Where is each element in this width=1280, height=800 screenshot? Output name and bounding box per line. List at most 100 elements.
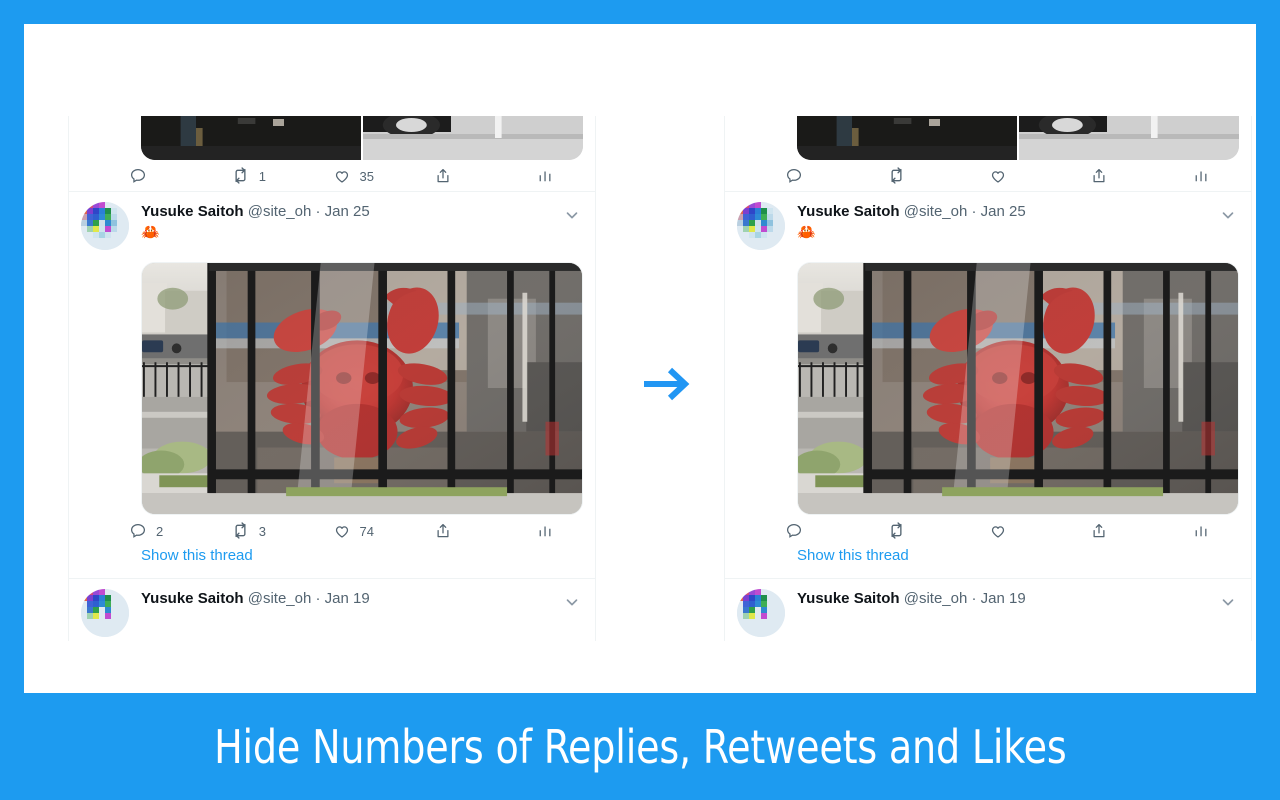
analytics-action[interactable]: [1192, 521, 1210, 540]
retweet-count: 3: [258, 523, 266, 539]
pixel-mosaic-avatar-icon: [737, 202, 785, 250]
chevron-down-icon: [1222, 212, 1234, 219]
handle[interactable]: @site_oh: [904, 203, 968, 220]
car-wheel-photo-icon: [1019, 116, 1239, 160]
show-this-thread-link[interactable]: Show this thread: [141, 546, 595, 578]
separator: ·: [315, 203, 321, 220]
tweet-text: 🦀: [797, 224, 816, 241]
pixel-mosaic-avatar-icon: [81, 589, 129, 637]
reply-count: 2: [156, 523, 164, 539]
reply-icon: [130, 523, 146, 538]
like-action[interactable]: [989, 521, 1091, 540]
handle[interactable]: @site_oh: [248, 203, 312, 220]
tweet-action-bar[interactable]: 2 3 74: [129, 515, 554, 546]
tweet-action-bar[interactable]: [785, 160, 1210, 191]
avatar[interactable]: [81, 202, 129, 250]
tweet-body: Yusuke Saitoh @site_oh · Jan 25 🦀: [785, 202, 1239, 250]
reply-action[interactable]: 2: [129, 521, 231, 540]
timestamp[interactable]: Jan 19: [325, 590, 370, 607]
like-count: 35: [359, 168, 374, 184]
timestamp[interactable]: Jan 19: [981, 590, 1026, 607]
analytics-action[interactable]: [1192, 166, 1210, 185]
tweet-media-split[interactable]: [141, 116, 583, 160]
timestamp[interactable]: Jan 25: [981, 203, 1026, 220]
tweet-media-right[interactable]: [363, 116, 583, 160]
tweet-cropped-top[interactable]: 1 35: [69, 116, 595, 192]
heart-icon: [991, 525, 1004, 538]
handle[interactable]: @site_oh: [248, 590, 312, 607]
reply-action[interactable]: [129, 166, 231, 185]
retweet-action[interactable]: [887, 521, 989, 540]
reply-icon: [786, 523, 802, 538]
car-wheel-photo-icon: [363, 116, 583, 160]
tweet-media-left[interactable]: [797, 116, 1017, 160]
display-name[interactable]: Yusuke Saitoh: [141, 590, 244, 607]
avatar[interactable]: [81, 589, 129, 637]
retweet-action[interactable]: 1: [231, 166, 333, 185]
tweet-media[interactable]: [141, 262, 583, 515]
retweet-action[interactable]: 3: [231, 521, 333, 540]
analytics-icon: [1195, 526, 1207, 536]
tweet-body: Yusuke Saitoh @site_oh · Jan 25 🦀: [129, 202, 583, 250]
avatar[interactable]: [737, 202, 785, 250]
share-action[interactable]: [1090, 521, 1192, 540]
retweet-action[interactable]: [887, 166, 989, 185]
author-line: Yusuke Saitoh @site_oh · Jan 25: [797, 202, 1239, 222]
share-icon: [437, 168, 449, 182]
analytics-icon: [539, 526, 551, 536]
tweet-action-bar[interactable]: [785, 515, 1210, 546]
reply-icon: [786, 168, 802, 183]
analytics-action[interactable]: [536, 521, 554, 540]
reply-icon: [130, 168, 146, 183]
like-action[interactable]: 35: [333, 166, 435, 185]
like-action[interactable]: [989, 166, 1091, 185]
tweet-body: Yusuke Saitoh @site_oh · Jan 19: [129, 589, 583, 637]
tweet-header: Yusuke Saitoh @site_oh · Jan 19: [69, 579, 595, 637]
tweet-media-right[interactable]: [1019, 116, 1239, 160]
avatar[interactable]: [737, 589, 785, 637]
caption-text: Hide Numbers of Replies, Retweets and Li…: [213, 719, 1067, 774]
timestamp[interactable]: Jan 25: [325, 203, 370, 220]
tweet-media[interactable]: [797, 262, 1239, 515]
caption-bar: Hide Numbers of Replies, Retweets and Li…: [0, 693, 1280, 800]
author-line: Yusuke Saitoh @site_oh · Jan 25: [141, 202, 583, 222]
retweet-icon: [235, 522, 246, 539]
transform-arrow: [636, 362, 696, 406]
tweet-crab[interactable]: Yusuke Saitoh @site_oh · Jan 25 🦀: [725, 192, 1251, 579]
tweet-cropped-bottom[interactable]: Yusuke Saitoh @site_oh · Jan 19: [725, 579, 1251, 641]
analytics-action[interactable]: [536, 166, 554, 185]
handle[interactable]: @site_oh: [904, 590, 968, 607]
like-action[interactable]: 74: [333, 521, 435, 540]
tweet-menu-button[interactable]: [563, 593, 581, 611]
dark-street-photo-icon: [141, 116, 361, 160]
dark-street-photo-icon: [797, 116, 1017, 160]
tweet-action-bar[interactable]: 1 35: [129, 160, 554, 191]
retweet-count: 1: [258, 168, 266, 184]
tweet-crab[interactable]: Yusuke Saitoh @site_oh · Jan 25 🦀: [69, 192, 595, 579]
analytics-icon: [1195, 171, 1207, 181]
tweet-menu-button[interactable]: [1219, 206, 1237, 224]
timeline-panel-after: Yusuke Saitoh @site_oh · Jan 25 🦀 Show t…: [724, 116, 1252, 641]
separator: ·: [971, 203, 977, 220]
show-this-thread-link[interactable]: Show this thread: [797, 546, 1251, 578]
share-action[interactable]: [1090, 166, 1192, 185]
retweet-icon: [891, 167, 902, 184]
reply-action[interactable]: [785, 166, 887, 185]
display-name[interactable]: Yusuke Saitoh: [797, 590, 900, 607]
tweet-media-split[interactable]: [797, 116, 1239, 160]
like-count: 74: [359, 523, 374, 539]
chevron-down-icon: [1222, 599, 1234, 606]
share-action[interactable]: [434, 166, 536, 185]
share-icon: [1093, 168, 1105, 182]
share-action[interactable]: [434, 521, 536, 540]
tweet-header: Yusuke Saitoh @site_oh · Jan 25 🦀: [725, 192, 1251, 250]
tweet-menu-button[interactable]: [563, 206, 581, 224]
tweet-media-left[interactable]: [141, 116, 361, 160]
reply-action[interactable]: [785, 521, 887, 540]
tweet-cropped-bottom[interactable]: Yusuke Saitoh @site_oh · Jan 19: [69, 579, 595, 641]
tweet-cropped-top[interactable]: [725, 116, 1251, 192]
display-name[interactable]: Yusuke Saitoh: [797, 203, 900, 220]
display-name[interactable]: Yusuke Saitoh: [141, 203, 244, 220]
retweet-icon: [235, 167, 246, 184]
tweet-menu-button[interactable]: [1219, 593, 1237, 611]
